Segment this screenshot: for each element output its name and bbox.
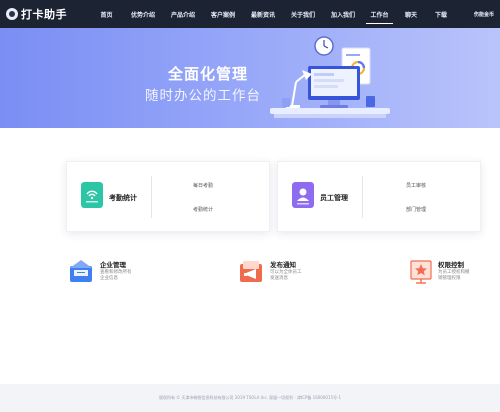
nav-item-about[interactable]: 关于我们: [283, 0, 323, 28]
banner-title: 全面化管理: [168, 65, 249, 83]
feature-description: 查看和修改所有企业信息: [100, 270, 132, 281]
nav-item-download[interactable]: 下载: [426, 0, 456, 28]
permission-icon: [410, 260, 432, 284]
login-link[interactable]: 伤能金币: [474, 0, 494, 28]
main-content: 考勤统计 每日考勤 考勤统计 员工管理 员工审核 部门管理 企业管理 查看和修改…: [0, 128, 500, 384]
nav-item-chat[interactable]: 聊天: [396, 0, 426, 28]
nav-item-products[interactable]: 产品介绍: [163, 0, 203, 28]
card-title: 员工管理: [320, 194, 348, 202]
feature-notice[interactable]: 发布通知 可以为全体员工发送消息: [238, 256, 338, 290]
banner: 全面化管理 随时办公的工作台: [0, 28, 500, 128]
attendance-card[interactable]: 考勤统计 每日考勤 考勤统计: [66, 161, 270, 232]
employee-review-link[interactable]: 员工审核: [406, 182, 426, 189]
feature-title: 企业管理: [100, 261, 126, 269]
nav-item-join[interactable]: 加入我们: [323, 0, 363, 28]
company-icon: [70, 260, 92, 282]
card-title: 考勤统计: [109, 194, 137, 202]
notice-icon: [240, 261, 262, 282]
top-nav: 打卡助手 首页 优势介绍 产品介绍 客户案例 最新资讯 关于我们 加入我们 工作…: [0, 0, 500, 28]
page: 打卡助手 首页 优势介绍 产品介绍 客户案例 最新资讯 关于我们 加入我们 工作…: [0, 0, 500, 412]
footer: 版权所有 © 天津市畅悦信息科技有限公司 2019 TSOLA Inc. 保留一…: [0, 384, 500, 412]
nav-item-advantages[interactable]: 优势介绍: [123, 0, 163, 28]
employee-card[interactable]: 员工管理 员工审核 部门管理: [277, 161, 481, 232]
feature-permission[interactable]: 权限控制 为员工授权和撤销管理权限: [408, 256, 498, 290]
attendance-icon: [81, 182, 103, 208]
feature-title: 权限控制: [438, 261, 464, 269]
app-name: 打卡助手: [21, 8, 67, 21]
nav-menu: 首页 优势介绍 产品介绍 客户案例 最新资讯 关于我们 加入我们 工作台 聊天 …: [90, 0, 456, 28]
daily-attendance-link[interactable]: 每日考勤: [193, 182, 213, 189]
footer-copyright: 版权所有 © 天津市畅悦信息科技有限公司 2019 TSOLA Inc. 保留一…: [159, 395, 341, 400]
nav-item-home[interactable]: 首页: [90, 0, 123, 28]
card-divider: [362, 176, 363, 218]
banner-subtitle: 随时办公的工作台: [145, 88, 261, 104]
feature-title: 发布通知: [270, 261, 296, 269]
employee-icon: [292, 182, 314, 208]
feature-description: 可以为全体员工发送消息: [270, 270, 302, 281]
location-pin-icon: [6, 8, 18, 20]
nav-item-workbench[interactable]: 工作台: [363, 0, 396, 28]
department-management-link[interactable]: 部门管理: [406, 206, 426, 213]
nav-item-cases[interactable]: 客户案例: [203, 0, 243, 28]
workstation-illustration: [270, 36, 390, 118]
nav-item-news[interactable]: 最新资讯: [243, 0, 283, 28]
logo[interactable]: 打卡助手: [6, 6, 76, 22]
feature-description: 为员工授权和撤销管理权限: [438, 270, 470, 281]
attendance-stats-link[interactable]: 考勤统计: [193, 206, 213, 213]
card-divider: [151, 176, 152, 218]
feature-company[interactable]: 企业管理 查看和修改所有企业信息: [68, 256, 168, 290]
